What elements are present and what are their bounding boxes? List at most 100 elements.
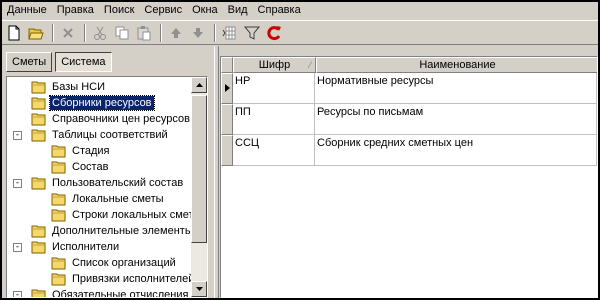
tree-item[interactable]: Привязки исполнителей [51, 271, 196, 287]
column-header-name[interactable]: Наименование [316, 57, 597, 73]
move-up-icon [171, 27, 181, 38]
table-row[interactable]: ССЦ Сборник средних сметных цен [221, 135, 597, 166]
column-header-code-label: Шифр [258, 59, 291, 71]
table-row[interactable]: НР Нормативные ресурсы [221, 73, 597, 104]
cell-name[interactable]: Сборник средних сметных цен [315, 135, 597, 166]
folder-icon [51, 161, 66, 174]
tree-item-label: Строки локальных смет [72, 209, 194, 221]
folder-icon [31, 289, 46, 297]
menu-item[interactable]: Вид [223, 2, 253, 19]
tree-item-label: Локальные сметы [72, 193, 164, 205]
tree-item[interactable]: Пользовательский состав [31, 175, 185, 191]
arrow-up-icon [195, 83, 203, 87]
toolbar-separator [52, 23, 54, 42]
move-down-button[interactable] [188, 23, 208, 43]
cell-name[interactable]: Ресурсы по письмам [315, 104, 597, 135]
cell-code[interactable]: ССЦ [233, 135, 315, 166]
tree-item[interactable]: Справочники цен ресурсов [31, 111, 192, 127]
tree-item[interactable]: Стадия [51, 143, 112, 159]
menu-item[interactable]: Поиск [99, 2, 139, 19]
delete-icon [63, 27, 73, 38]
grid-header: Шифр ⁄ Наименование [221, 57, 597, 73]
collapse-toggle[interactable]: - [13, 131, 22, 140]
tab-system[interactable]: Система [55, 52, 112, 72]
new-button[interactable] [4, 23, 24, 43]
folder-icon [31, 225, 46, 238]
tree-item-label: Таблицы соответствий [52, 129, 168, 141]
panel-splitter[interactable] [214, 46, 219, 298]
tree-item-label: Сборники ресурсов [49, 95, 155, 111]
folder-icon [31, 81, 46, 94]
tree-item[interactable]: Дополнительные элементы [31, 223, 195, 239]
tree-item[interactable]: Обязательные отчисления [31, 287, 190, 298]
folder-icon [31, 129, 46, 142]
tab-bar: Сметы Система [6, 52, 115, 74]
tree-item[interactable]: Список организаций [51, 255, 178, 271]
open-button[interactable] [26, 23, 46, 43]
folder-icon [51, 193, 66, 206]
arrow-down-icon [195, 287, 203, 291]
menu-item[interactable]: Сервис [139, 2, 187, 19]
delete-button[interactable] [58, 23, 78, 43]
row-indicator [221, 135, 233, 166]
refresh-button[interactable] [264, 23, 284, 43]
row-indicator [221, 73, 233, 104]
tree-item[interactable]: Состав [51, 159, 110, 175]
menu-item[interactable]: Правка [52, 2, 99, 19]
insert-column-button[interactable] [220, 23, 240, 43]
new-icon [8, 25, 20, 40]
menu-item[interactable]: Окна [187, 2, 223, 19]
cell-name[interactable]: Нормативные ресурсы [315, 73, 597, 104]
row-indicator [221, 104, 233, 135]
tree-item[interactable]: Базы НСИ [31, 79, 107, 95]
tree-item-label: Состав [72, 161, 109, 173]
folder-icon [51, 273, 66, 286]
menu-bar: Данные Правка Поиск Сервис Окна Вид Справка [2, 2, 598, 19]
tree-scrollbar[interactable] [191, 77, 207, 297]
column-header-code[interactable]: Шифр ⁄ [233, 57, 316, 73]
copy-icon [115, 26, 129, 39]
cut-button[interactable] [90, 23, 110, 43]
toolbar-separator [160, 23, 162, 42]
tree-item-label: Дополнительные элементы [52, 225, 193, 237]
tree-item-label: Обязательные отчисления [52, 289, 189, 298]
move-up-button[interactable] [166, 23, 186, 43]
toolbar [2, 20, 598, 45]
menu-item[interactable]: Справка [253, 2, 306, 19]
navigation-tree[interactable]: Базы НСИ Сборники ресурсов Справочники цен… [6, 76, 208, 298]
tree-item-label: Привязки исполнителей [72, 273, 195, 285]
paste-icon [137, 25, 151, 40]
tree-item[interactable]: Локальные сметы [51, 191, 166, 207]
tree-content: Базы НСИ Сборники ресурсов Справочники цен… [7, 77, 194, 298]
open-icon [28, 28, 44, 39]
tree-item-label: Базы НСИ [52, 81, 106, 93]
move-down-icon [193, 27, 203, 38]
folder-icon [51, 257, 66, 270]
tree-item[interactable]: Сборники ресурсов [31, 95, 155, 111]
paste-button[interactable] [134, 23, 154, 43]
tree-item[interactable]: Таблицы соответствий [31, 127, 170, 143]
folder-icon [31, 97, 46, 110]
tree-item[interactable]: Исполнители [31, 239, 121, 255]
scroll-down-arrow[interactable] [191, 281, 207, 297]
column-header-name-label: Наименование [419, 59, 496, 71]
data-grid: Шифр ⁄ Наименование НР Нормативные ресурс… [220, 56, 598, 298]
cell-code[interactable]: ПП [233, 104, 315, 135]
collapse-toggle[interactable]: - [13, 243, 22, 252]
tree-item-label: Исполнители [52, 241, 120, 253]
folder-icon [51, 145, 66, 158]
scroll-thumb[interactable] [191, 95, 207, 243]
menu-item[interactable]: Данные [2, 2, 52, 19]
tree-item-label: Справочники цен ресурсов [52, 113, 190, 125]
tree-item[interactable]: Строки локальных смет [51, 207, 196, 223]
tree-item-label: Пользовательский состав [52, 177, 184, 189]
collapse-toggle[interactable]: - [13, 179, 22, 188]
table-row[interactable]: ПП Ресурсы по письмам [221, 104, 597, 135]
scroll-up-arrow[interactable] [191, 77, 207, 93]
filter-button[interactable] [242, 23, 262, 43]
copy-button[interactable] [112, 23, 132, 43]
cell-code[interactable]: НР [233, 73, 315, 104]
collapse-toggle[interactable]: - [13, 291, 22, 297]
main-window: Данные Правка Поиск Сервис Окна Вид Справка [0, 0, 600, 300]
tab-estimates[interactable]: Сметы [6, 52, 53, 72]
